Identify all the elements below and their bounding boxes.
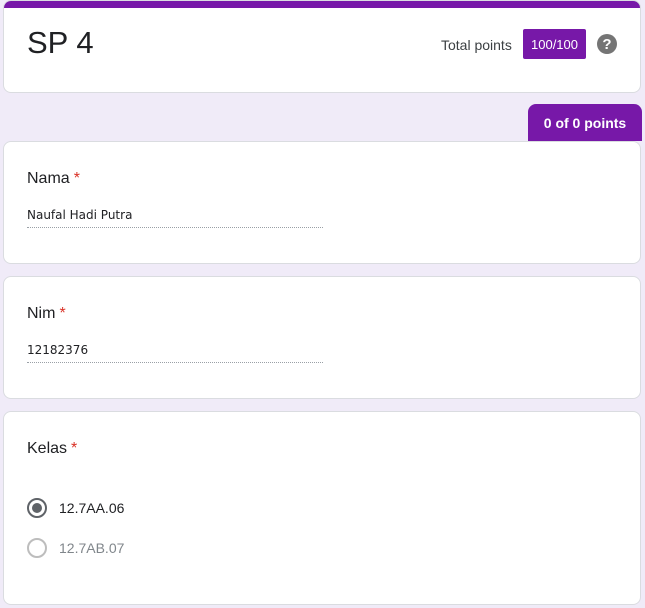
radio-option-label: 12.7AA.06 <box>59 500 125 516</box>
form-header-card: SP 4 Total points 100/100 ? <box>3 0 641 93</box>
radio-option-12-7ab-07[interactable]: 12.7AB.07 <box>27 538 124 558</box>
help-icon[interactable]: ? <box>597 34 617 54</box>
question-title-text: Kelas <box>27 440 68 457</box>
question-title-text: Nim <box>27 305 56 322</box>
question-card-nim: Nim * 12182376 <box>3 276 641 399</box>
question-title: Nama * <box>27 170 80 188</box>
answer-text: Naufal Hadi Putra <box>27 208 323 228</box>
total-points-label: Total points <box>441 37 512 53</box>
radio-option-12-7aa-06[interactable]: 12.7AA.06 <box>27 498 124 518</box>
header-accent-stripe <box>4 1 640 8</box>
question-title: Nim * <box>27 305 66 323</box>
radio-checked-icon[interactable] <box>27 498 47 518</box>
total-points-badge: 100/100 <box>523 29 586 59</box>
radio-option-label: 12.7AB.07 <box>59 540 125 556</box>
required-asterisk: * <box>59 305 66 322</box>
section-score-badge: 0 of 0 points <box>528 104 642 141</box>
question-card-nama: Nama * Naufal Hadi Putra <box>3 141 641 264</box>
answer-text: 12182376 <box>27 343 323 363</box>
required-asterisk: * <box>73 170 80 187</box>
form-title: SP 4 <box>27 25 94 60</box>
question-title: Kelas * <box>27 440 77 458</box>
radio-unchecked-icon[interactable] <box>27 538 47 558</box>
question-title-text: Nama <box>27 170 70 187</box>
required-asterisk: * <box>71 440 78 457</box>
question-card-kelas: Kelas * 12.7AA.06 12.7AB.07 <box>3 411 641 605</box>
